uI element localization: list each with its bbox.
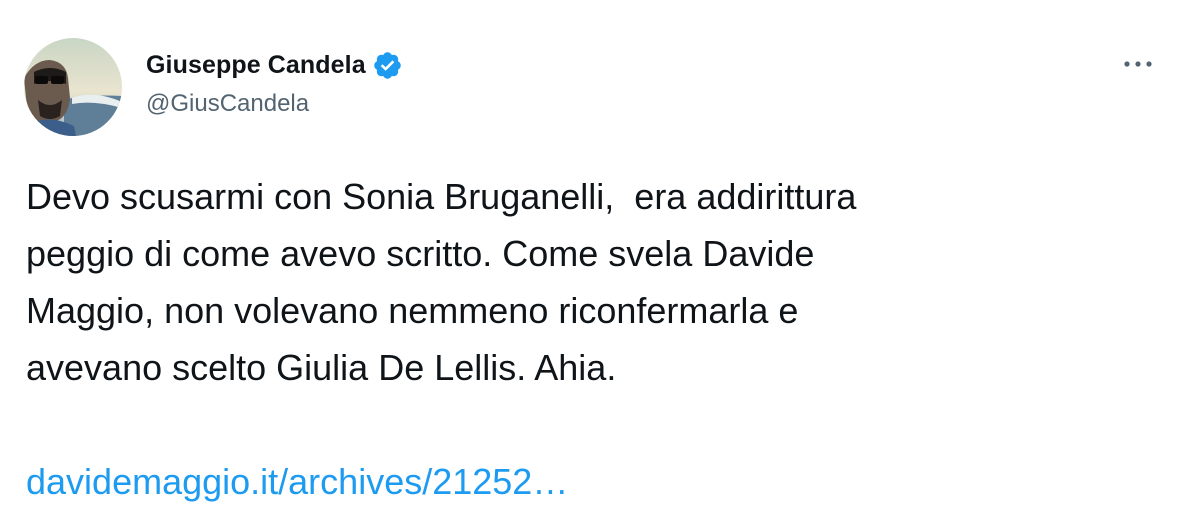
ellipsis-icon <box>1124 61 1152 67</box>
author-avatar[interactable] <box>24 38 122 136</box>
tweet-text-line: peggio di come avevo scritto. Come svela… <box>26 233 815 274</box>
tweet-card: Giuseppe Candela @GiusCandela Devo scusa… <box>0 0 1184 524</box>
article-link[interactable]: davidemaggio.it/archives/21252… <box>26 453 568 510</box>
tweet-text-line: Maggio, non volevano nemmeno riconfermar… <box>26 290 799 331</box>
tweet-text-line: avevano scelto Giulia De Lellis. Ahia. <box>26 347 617 388</box>
author-info: Giuseppe Candela @GiusCandela <box>146 48 403 120</box>
author-handle[interactable]: @GiusCandela <box>146 90 403 118</box>
text-spacer <box>26 396 1146 453</box>
tweet-text: Devo scusarmi con Sonia Bruganelli, era … <box>26 168 1146 510</box>
more-options-button[interactable] <box>1116 50 1160 78</box>
verified-badge-icon <box>372 50 403 81</box>
author-name-row: Giuseppe Candela <box>146 48 403 82</box>
avatar-photo-icon <box>24 38 122 136</box>
tweet-text-line: Devo scusarmi con Sonia Bruganelli, era … <box>26 176 857 217</box>
author-display-name[interactable]: Giuseppe Candela <box>146 51 366 80</box>
